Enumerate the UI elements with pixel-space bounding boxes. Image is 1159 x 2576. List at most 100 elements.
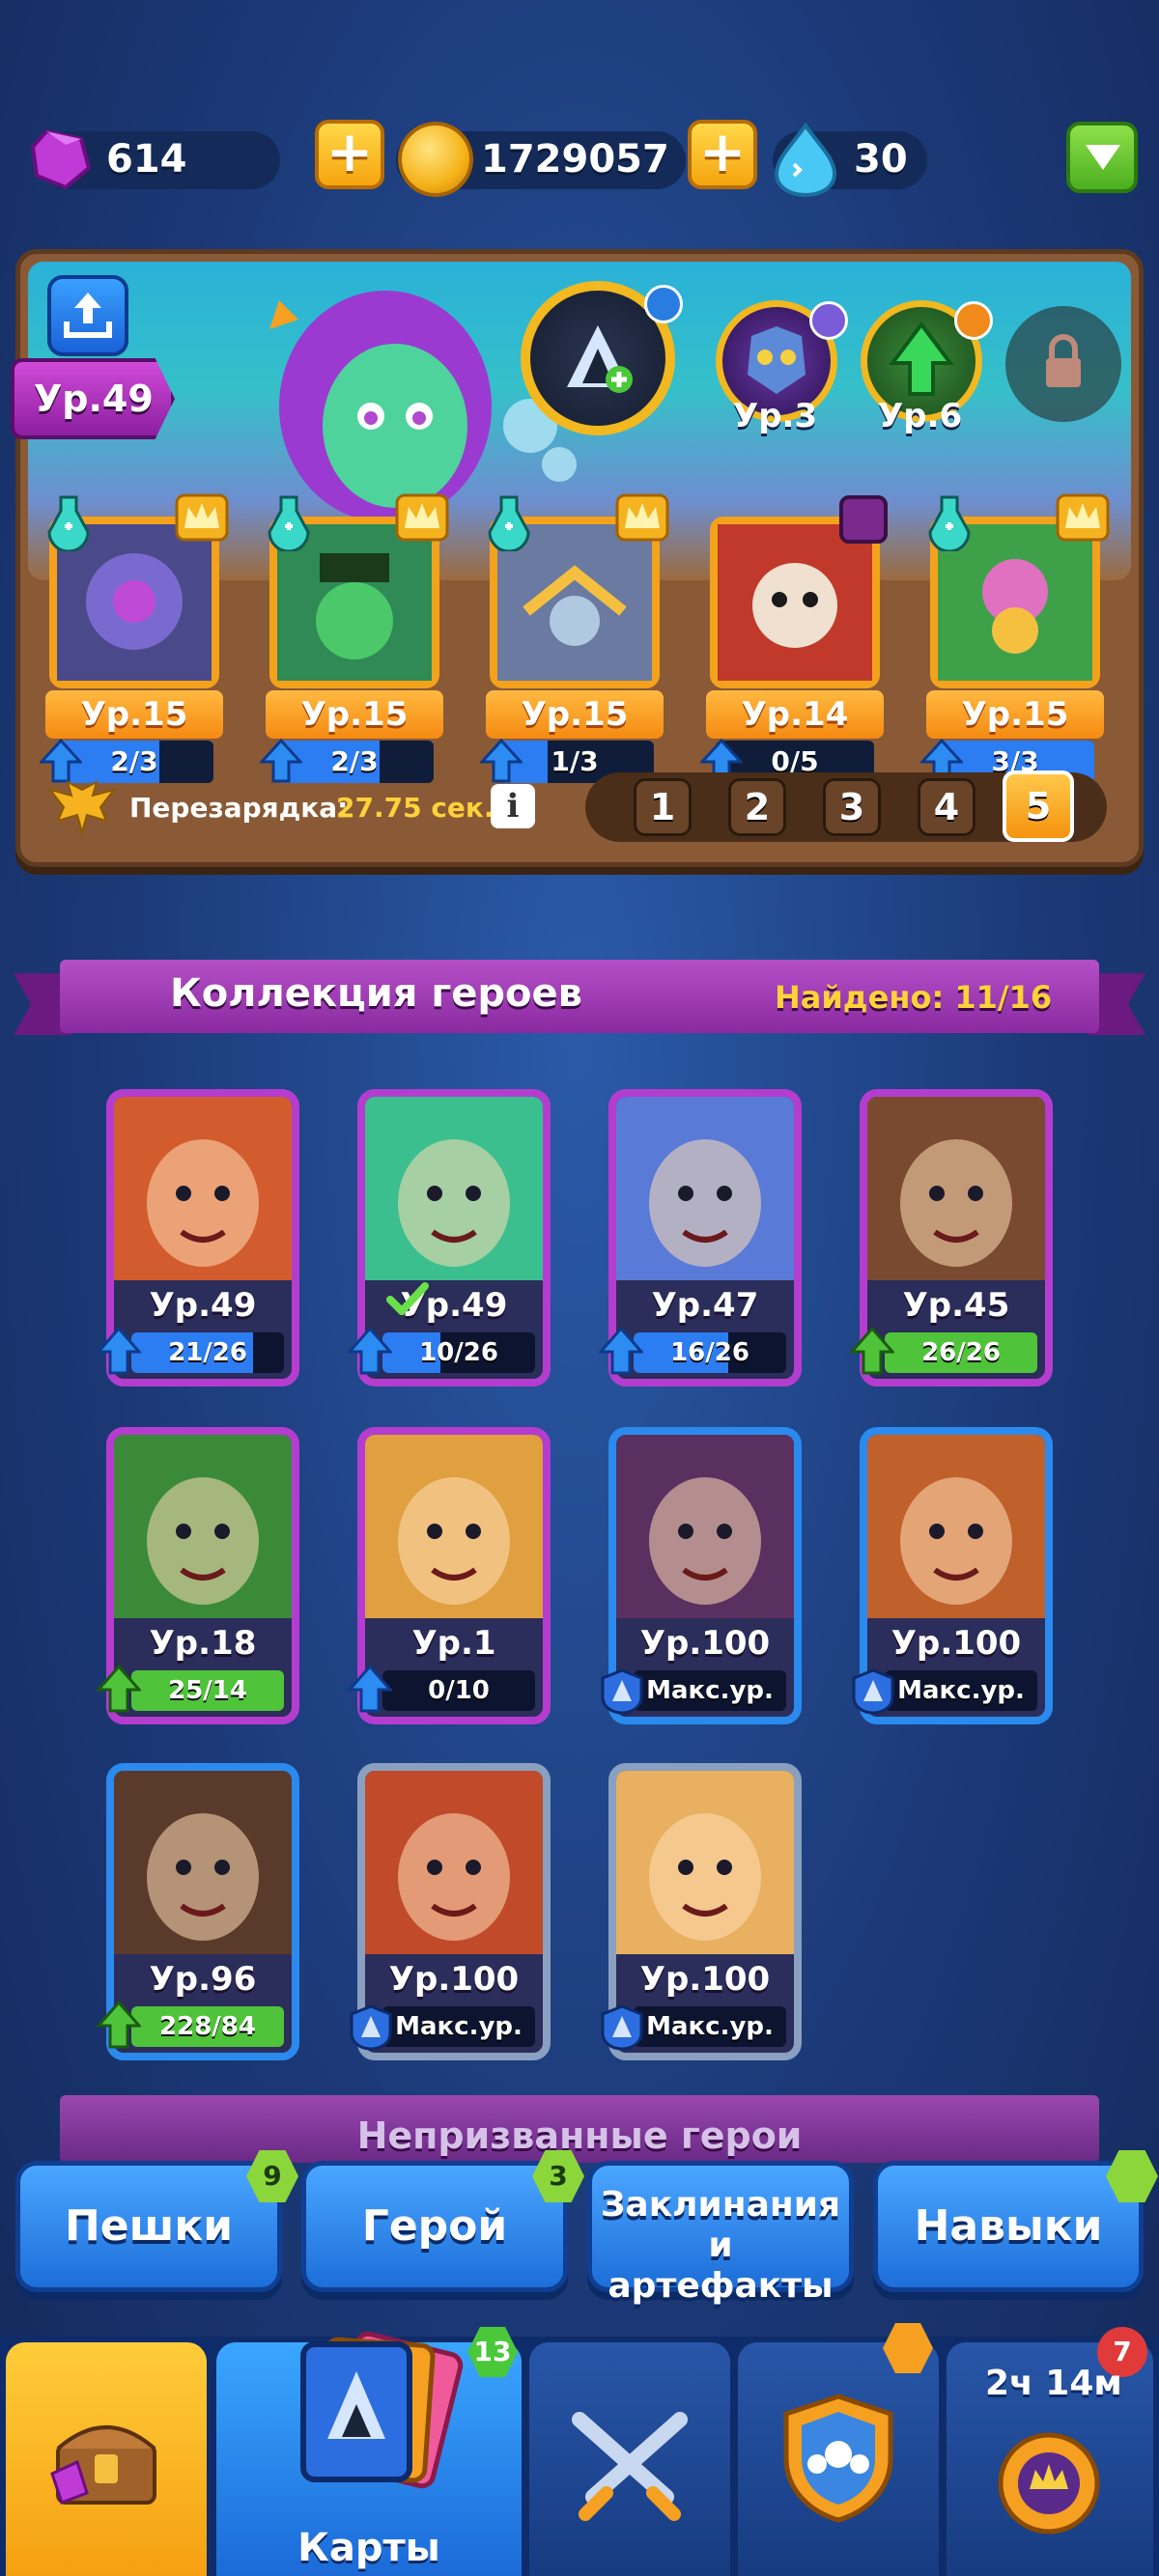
- nav-clan-button[interactable]: [738, 2323, 939, 2576]
- filter-skills-button[interactable]: Навыки: [873, 2150, 1158, 2292]
- crown-icon: [175, 493, 229, 542]
- hero-progress-text: 228/84: [159, 2012, 256, 2041]
- deck-card-4[interactable]: Ур.14 0/5: [700, 459, 890, 783]
- shield-icon: [783, 2394, 893, 2523]
- drops-count: 30: [854, 137, 908, 182]
- reload-label: Перезарядка:: [129, 792, 349, 824]
- filter-hero-button[interactable]: Герой 3: [301, 2150, 584, 2292]
- hero-portrait: [616, 1435, 794, 1618]
- hero-card[interactable]: Ур.100 Макс.ур.: [601, 1763, 802, 2072]
- hero-card[interactable]: Ур.100 Макс.ур.: [350, 1763, 551, 2072]
- hero-portrait: [114, 1771, 292, 1954]
- hero-progress-bar: 0/10: [382, 1670, 535, 1711]
- hero-card[interactable]: Ур.49 21/26: [97, 1089, 299, 1398]
- potion-icon: [268, 495, 310, 551]
- deck-tab-bar: 1 2 3 4 5: [585, 770, 1107, 842]
- hero-portrait: [867, 1097, 1045, 1280]
- hero-level: Ур.100: [890, 1624, 1022, 1663]
- hero-portrait: [365, 1771, 543, 1954]
- filter-spells-button[interactable]: Заклинания и артефакты: [587, 2161, 854, 2306]
- upgrade-arrow-icon: [260, 739, 302, 783]
- hero-progress-text: Макс.ур.: [646, 2012, 774, 2041]
- hooded-hero-icon: [567, 325, 633, 393]
- upload-icon: [64, 293, 112, 338]
- nav-shop-button[interactable]: [6, 2342, 207, 2576]
- deck-card-5-level: Ур.15: [926, 690, 1104, 739]
- hero-progress-text: 10/26: [419, 1338, 498, 1367]
- deck-card-2[interactable]: Ур.15 2/3: [260, 459, 449, 783]
- crossed-swords-icon: [572, 2412, 688, 2521]
- upgrade-arrow-icon: [850, 1327, 894, 1375]
- upgrade-arrow-icon: [348, 1327, 392, 1375]
- hero-card[interactable]: Ур.45 26/26: [850, 1089, 1053, 1398]
- info-button[interactable]: i: [491, 784, 535, 828]
- hero-progress-text: 25/14: [168, 1676, 247, 1705]
- hero-level: Ур.45: [902, 1286, 1010, 1325]
- hero-progress-text: 16/26: [670, 1338, 749, 1367]
- collection-title: Коллекция героев: [170, 971, 582, 1016]
- buy-gold-button[interactable]: +: [315, 120, 384, 189]
- hero-card[interactable]: Ур.49 10/26: [348, 1089, 551, 1398]
- hero-cover-slot[interactable]: [521, 281, 683, 435]
- menu-dropdown-button[interactable]: [1066, 122, 1138, 193]
- hero-portrait: [616, 1097, 794, 1280]
- gems-count: 614: [106, 137, 187, 182]
- hero-card[interactable]: Ур.100 Макс.ур.: [601, 1427, 802, 1736]
- filter-hero-label: Герой: [361, 2201, 508, 2251]
- deck-card-5[interactable]: Ур.15 3/3: [920, 459, 1110, 783]
- share-deck-button[interactable]: [47, 275, 128, 356]
- max-level-icon: [601, 1668, 643, 1715]
- deck-tab-1[interactable]: 1: [634, 778, 692, 836]
- chevron-down-icon: [1086, 145, 1120, 170]
- deck-card-1[interactable]: Ур.15 2/3: [40, 459, 229, 783]
- coin-icon: [398, 122, 473, 197]
- spell-slot-2-badge-icon: [954, 301, 993, 340]
- nav-cards-button[interactable]: Карты 13: [216, 2327, 522, 2576]
- filter-pawns-button[interactable]: Пешки 9: [15, 2150, 298, 2292]
- uncalled-heroes-title: Непризванные герои: [356, 2114, 803, 2157]
- hero-card[interactable]: Ур.96 228/84: [97, 1763, 299, 2072]
- deck-card-3[interactable]: Ур.15 1/3: [480, 459, 669, 783]
- cards-stack-icon: [300, 2331, 464, 2489]
- hero-card[interactable]: Ур.100 Макс.ур.: [852, 1427, 1053, 1736]
- max-level-icon: [601, 2004, 643, 2051]
- deck-tab-3[interactable]: 3: [823, 778, 881, 836]
- upgrade-arrow-icon: [97, 2001, 141, 2049]
- buy-drops-button[interactable]: +: [688, 120, 757, 189]
- spell-slot-1-level: Ур.3: [733, 397, 818, 435]
- crown-icon: [395, 493, 449, 542]
- hero-level: Ур.100: [639, 1624, 771, 1663]
- collection-found-count: Найдено: 11/16: [775, 979, 1053, 1016]
- deck-tab-2[interactable]: 2: [728, 778, 786, 836]
- locked-slot: [1005, 306, 1121, 422]
- deck-card-3-level: Ур.15: [486, 690, 664, 739]
- upgrade-arrow-icon: [348, 1665, 392, 1713]
- gem-icon: [30, 128, 92, 190]
- hero-progress-bar: 25/14: [131, 1670, 284, 1711]
- hero-progress-bar: 21/26: [131, 1332, 284, 1373]
- nav-battle-button[interactable]: [529, 2342, 730, 2576]
- hero-max-level-bar: Макс.ур.: [382, 2006, 535, 2047]
- trophy-wreath-icon: [998, 2432, 1100, 2534]
- hero-card[interactable]: Ур.18 25/14: [97, 1427, 299, 1736]
- eagle-icon: [48, 780, 116, 834]
- upgrade-arrow-icon: [40, 739, 82, 783]
- hero-portrait: [365, 1435, 543, 1618]
- hero-level: Ур.96: [149, 1960, 257, 1999]
- deck-tab-5[interactable]: 5: [1003, 770, 1074, 842]
- upgrade-arrow-icon: [97, 1327, 141, 1375]
- cover-badge-icon: [644, 285, 683, 323]
- upgrade-arrow-icon: [480, 739, 523, 783]
- gold-count: 1729057: [481, 137, 669, 182]
- hero-progress-text: Макс.ур.: [395, 2012, 523, 2041]
- hero-card[interactable]: Ур.1 0/10: [348, 1427, 551, 1736]
- reload-value: 27.75 сек.: [336, 792, 495, 824]
- potion-icon: [47, 495, 90, 551]
- hero-portrait: [616, 1771, 794, 1954]
- potion-icon: [488, 495, 530, 551]
- deck-tab-4[interactable]: 4: [918, 778, 975, 836]
- hero-level: Ур.47: [651, 1286, 759, 1325]
- spell-slot-2-level: Ур.6: [878, 397, 963, 435]
- hero-card[interactable]: Ур.47 16/26: [599, 1089, 802, 1398]
- lock-icon: [1046, 334, 1081, 387]
